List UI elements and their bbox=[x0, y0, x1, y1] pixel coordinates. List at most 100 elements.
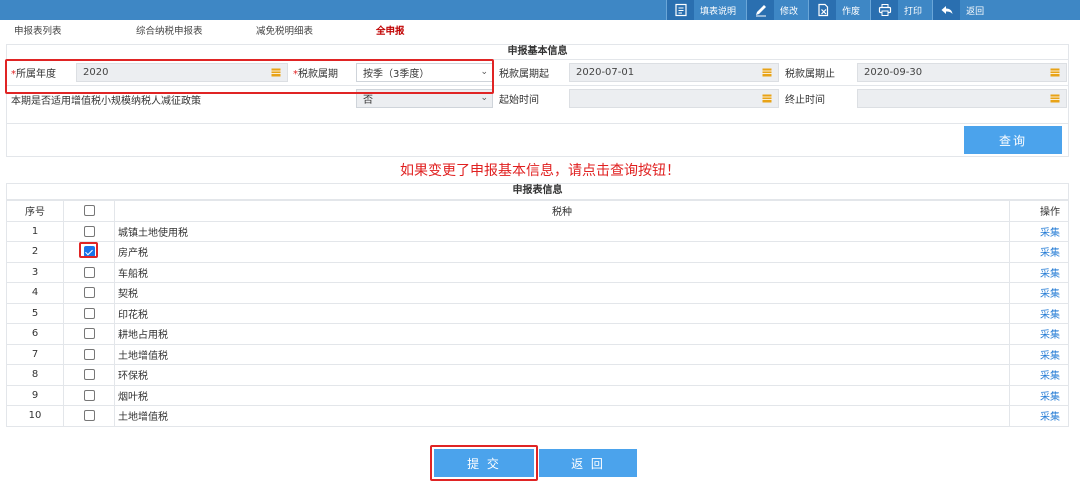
collect-link[interactable]: 采集 bbox=[1040, 371, 1060, 382]
void-document-icon bbox=[808, 0, 837, 20]
query-row: 查询 bbox=[6, 124, 1069, 157]
row-action-cell: 采集 bbox=[1009, 241, 1069, 263]
row-checkbox-wrap bbox=[83, 328, 95, 340]
fill-instructions-button[interactable]: 填表说明 bbox=[666, 0, 746, 20]
row-index: 4 bbox=[6, 282, 64, 304]
pencil-edit-icon bbox=[746, 0, 775, 20]
start-date-input[interactable]: 2020-07-01 bbox=[569, 63, 779, 82]
back-arrow-icon bbox=[932, 0, 961, 20]
row-index: 5 bbox=[6, 302, 64, 324]
row-action-cell: 采集 bbox=[1009, 323, 1069, 345]
end-time-input[interactable] bbox=[857, 89, 1067, 108]
end-date-input[interactable]: 2020-09-30 bbox=[857, 63, 1067, 82]
tab-comprehensive-report[interactable]: 综合纳税申报表 bbox=[136, 23, 203, 37]
row-checkbox[interactable] bbox=[83, 225, 95, 237]
basic-info-row-2: 本期是否适用增值税小规模纳税人减征政策 否 ⌄ 起始时间 终止时间 bbox=[6, 86, 1069, 124]
collect-link[interactable]: 采集 bbox=[1040, 412, 1060, 423]
row-action-cell: 采集 bbox=[1009, 282, 1069, 304]
table-row: 3 车船税 采集 bbox=[6, 261, 1069, 283]
document-list-icon bbox=[666, 0, 694, 20]
calendar-icon[interactable] bbox=[1044, 64, 1066, 81]
row-checkbox[interactable] bbox=[83, 307, 95, 319]
row-checkbox[interactable] bbox=[83, 410, 95, 421]
tab-exemption-detail[interactable]: 减免税明细表 bbox=[256, 23, 313, 37]
collect-link[interactable]: 采集 bbox=[1040, 351, 1060, 362]
row-action-cell: 采集 bbox=[1009, 384, 1069, 406]
select-all-checkbox[interactable] bbox=[83, 205, 95, 216]
policy-select[interactable]: 否 ⌄ bbox=[356, 89, 493, 108]
begin-time-input[interactable] bbox=[569, 89, 779, 108]
header-select-all bbox=[63, 200, 115, 222]
row-checkbox[interactable] bbox=[83, 266, 95, 278]
table-row: 6 耕地占用税 采集 bbox=[6, 323, 1069, 345]
void-label: 作废 bbox=[842, 6, 861, 17]
policy-label: 本期是否适用增值税小规模纳税人减征政策 bbox=[11, 96, 201, 107]
table-row: 1 城镇土地使用税 采集 bbox=[6, 220, 1069, 242]
calendar-icon[interactable] bbox=[265, 64, 287, 81]
row-action-cell: 采集 bbox=[1009, 302, 1069, 324]
collect-link[interactable]: 采集 bbox=[1040, 228, 1060, 239]
row-checkbox-wrap bbox=[83, 410, 95, 422]
row-checkbox-cell bbox=[63, 282, 115, 304]
row-checkbox-wrap bbox=[83, 266, 95, 279]
row-checkbox[interactable] bbox=[83, 287, 95, 298]
row-checkbox-cell bbox=[63, 261, 115, 283]
row-checkbox-cell bbox=[63, 302, 115, 324]
collect-link[interactable]: 采集 bbox=[1040, 289, 1060, 300]
collect-link[interactable]: 采集 bbox=[1040, 392, 1060, 403]
calendar-icon[interactable] bbox=[756, 90, 778, 107]
printer-icon bbox=[870, 0, 899, 20]
modify-button[interactable]: 修改 bbox=[746, 0, 808, 20]
notice-text: 如果变更了申报基本信息，请点击查询按钮！ bbox=[400, 163, 680, 179]
basic-info-row-1: *所属年度 2020 *税款属期 按季（3季度） ⌄ 税款属期起 2020-07… bbox=[6, 60, 1069, 86]
row-checkbox[interactable] bbox=[83, 348, 95, 360]
back-button[interactable]: 返 回 bbox=[539, 449, 637, 477]
year-input[interactable]: 2020 bbox=[76, 63, 288, 82]
query-button[interactable]: 查询 bbox=[964, 126, 1062, 154]
submit-button[interactable]: 提 交 bbox=[434, 449, 534, 477]
row-index: 3 bbox=[6, 261, 64, 283]
year-value: 2020 bbox=[83, 67, 109, 78]
row-tax-name: 契税 bbox=[114, 282, 1010, 304]
collect-link[interactable]: 采集 bbox=[1040, 269, 1060, 280]
row-action-cell: 采集 bbox=[1009, 343, 1069, 365]
table-row: 10 土地增值税 采集 bbox=[6, 405, 1069, 427]
tab-report-list[interactable]: 申报表列表 bbox=[14, 23, 62, 37]
void-button[interactable]: 作废 bbox=[808, 0, 870, 20]
basic-info-title: 申报基本信息 bbox=[6, 44, 1069, 60]
header-action: 操作 bbox=[1009, 200, 1069, 222]
start-label: 税款属期起 bbox=[499, 69, 549, 80]
calendar-icon[interactable] bbox=[1044, 90, 1066, 107]
chevron-down-icon: ⌄ bbox=[480, 93, 488, 103]
period-select[interactable]: 按季（3季度） ⌄ bbox=[356, 63, 493, 82]
row-index: 2 bbox=[6, 241, 64, 263]
collect-link[interactable]: 采集 bbox=[1040, 310, 1060, 321]
row-index: 10 bbox=[6, 405, 64, 427]
tab-full-declaration[interactable]: 全申报 bbox=[376, 23, 405, 37]
row-tax-name: 印花税 bbox=[114, 302, 1010, 324]
row-checkbox-wrap bbox=[83, 225, 95, 238]
print-button[interactable]: 打印 bbox=[870, 0, 932, 20]
row-checkbox[interactable] bbox=[83, 246, 95, 257]
row-checkbox-cell bbox=[63, 384, 115, 406]
chevron-down-icon: ⌄ bbox=[480, 67, 488, 77]
row-checkbox-wrap bbox=[83, 287, 95, 299]
toolbar-back-button[interactable]: 返回 bbox=[932, 0, 994, 20]
policy-value: 否 bbox=[363, 95, 373, 106]
row-checkbox[interactable] bbox=[83, 389, 95, 401]
row-action-cell: 采集 bbox=[1009, 261, 1069, 283]
header-index: 序号 bbox=[6, 200, 64, 222]
row-checkbox[interactable] bbox=[83, 369, 95, 380]
table-row: 2 房产税 采集 bbox=[6, 241, 1069, 263]
row-tax-name: 耕地占用税 bbox=[114, 323, 1010, 345]
row-index: 7 bbox=[6, 343, 64, 365]
calendar-icon[interactable] bbox=[756, 64, 778, 81]
table-title: 申报表信息 bbox=[6, 183, 1069, 200]
row-checkbox[interactable] bbox=[83, 328, 95, 339]
table-header-row: 序号 税种 操作 bbox=[6, 200, 1069, 222]
row-checkbox-cell bbox=[63, 343, 115, 365]
collect-link[interactable]: 采集 bbox=[1040, 248, 1060, 259]
row-checkbox-wrap bbox=[83, 307, 95, 320]
end-time-label: 终止时间 bbox=[785, 95, 825, 106]
collect-link[interactable]: 采集 bbox=[1040, 330, 1060, 341]
